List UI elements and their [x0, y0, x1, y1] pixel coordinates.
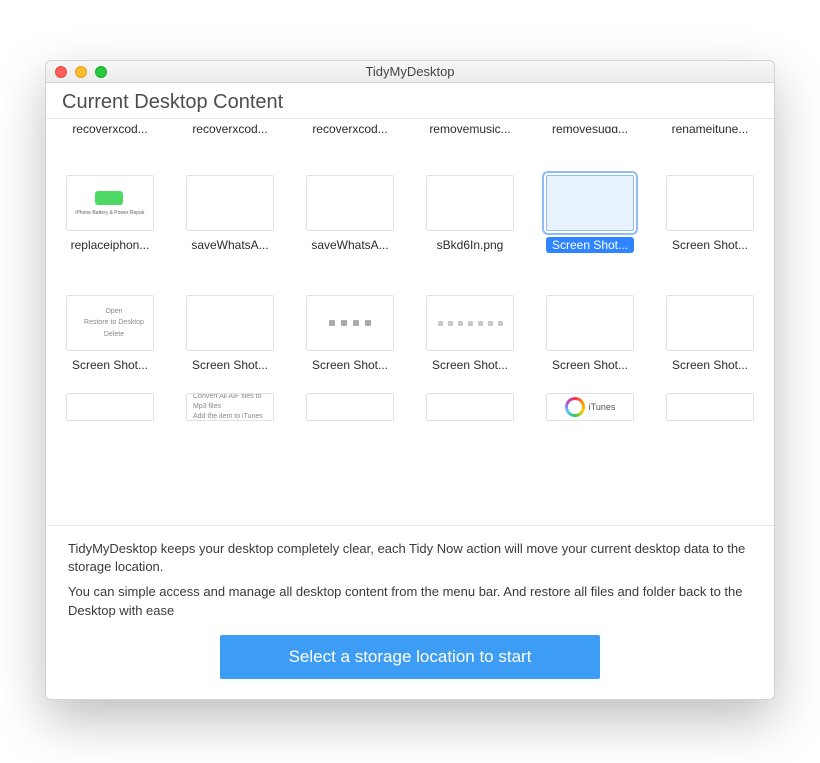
file-label: sBkd6In.png — [431, 237, 510, 253]
footer-text-1: TidyMyDesktop keeps your desktop complet… — [68, 540, 752, 578]
file-item[interactable]: Screen Shot... — [650, 143, 770, 259]
file-thumbnail — [666, 175, 754, 231]
zoom-icon[interactable] — [95, 66, 107, 78]
file-thumbnail: Show in Finder Play Convert AIF to Mp3 C… — [186, 393, 274, 421]
file-label: Screen Shot... — [546, 357, 634, 373]
section-heading: Current Desktop Content — [62, 91, 758, 114]
file-item[interactable]: Show in Finder Play Convert AIF to Mp3 C… — [170, 383, 290, 427]
file-label: recoverxcod... — [186, 121, 273, 133]
file-item[interactable]: OpenRestore to DesktopDelete Screen Shot.… — [50, 263, 170, 379]
file-thumbnail — [186, 175, 274, 231]
select-storage-button[interactable]: Select a storage location to start — [220, 635, 600, 679]
file-thumbnail — [546, 175, 634, 231]
file-item[interactable]: recoverxcod... — [290, 119, 410, 139]
file-thumbnail — [666, 393, 754, 421]
file-label: replaceiphon... — [65, 237, 156, 253]
file-item[interactable]: replaceiphon... — [50, 143, 170, 259]
file-label: Screen Shot... — [426, 357, 514, 373]
file-item[interactable]: Screen Shot... — [290, 263, 410, 379]
desktop-content-area[interactable]: recoverxcod... recoverxcod... recoverxcod.… — [46, 118, 774, 526]
file-label: saveWhatsA... — [185, 237, 274, 253]
file-label: Screen Shot... — [546, 237, 634, 253]
window-title: TidyMyDesktop — [46, 64, 774, 79]
file-thumbnail: OpenRestore to DesktopDelete — [66, 295, 154, 351]
file-item[interactable]: Screen Shot... — [170, 263, 290, 379]
file-item[interactable]: recoverxcod... — [50, 119, 170, 139]
file-label: renameitune... — [666, 121, 755, 133]
file-item[interactable]: removesugg... — [530, 119, 650, 139]
file-thumbnail — [546, 295, 634, 351]
file-item[interactable]: iTunes — [530, 383, 650, 427]
file-label: recoverxcod... — [306, 121, 393, 133]
file-label: removemusic... — [423, 121, 516, 133]
file-thumbnail — [306, 295, 394, 351]
file-thumbnail — [306, 393, 394, 421]
footer-text-2: You can simple access and manage all des… — [68, 583, 752, 621]
file-item[interactable] — [650, 383, 770, 427]
file-item[interactable]: removemusic... — [410, 119, 530, 139]
titlebar[interactable]: TidyMyDesktop — [46, 61, 774, 83]
file-item[interactable]: Screen Shot... — [530, 263, 650, 379]
app-window: TidyMyDesktop Current Desktop Content re… — [45, 60, 775, 700]
file-thumbnail — [426, 295, 514, 351]
file-item[interactable] — [290, 383, 410, 427]
file-item[interactable]: Screen Shot... — [410, 263, 530, 379]
file-item[interactable]: Screen Shot... — [530, 143, 650, 259]
section-header: Current Desktop Content — [46, 83, 774, 118]
footer-panel: TidyMyDesktop keeps your desktop complet… — [46, 526, 774, 699]
file-thumbnail — [186, 295, 274, 351]
file-label: saveWhatsA... — [305, 237, 394, 253]
file-item[interactable]: Screen Shot... — [650, 263, 770, 379]
file-label: Screen Shot... — [186, 357, 274, 373]
file-label: Screen Shot... — [666, 237, 754, 253]
file-label: removesugg... — [546, 121, 634, 133]
minimize-icon[interactable] — [75, 66, 87, 78]
file-item[interactable]: sBkd6In.png — [410, 143, 530, 259]
file-thumbnail — [66, 175, 154, 231]
file-thumbnail — [666, 295, 754, 351]
close-icon[interactable] — [55, 66, 67, 78]
file-item[interactable]: saveWhatsA... — [170, 143, 290, 259]
file-thumbnail — [426, 175, 514, 231]
file-item[interactable]: renameitune... — [650, 119, 770, 139]
file-thumbnail — [306, 175, 394, 231]
file-label: Screen Shot... — [666, 357, 754, 373]
file-thumbnail: iTunes — [546, 393, 634, 421]
file-label: recoverxcod... — [66, 121, 153, 133]
file-label: Screen Shot... — [66, 357, 154, 373]
file-thumbnail — [66, 393, 154, 421]
file-label: Screen Shot... — [306, 357, 394, 373]
file-thumbnail — [426, 393, 514, 421]
file-item[interactable] — [50, 383, 170, 427]
file-item[interactable]: saveWhatsA... — [290, 143, 410, 259]
file-item[interactable]: recoverxcod... — [170, 119, 290, 139]
file-item[interactable] — [410, 383, 530, 427]
window-controls — [55, 66, 107, 78]
